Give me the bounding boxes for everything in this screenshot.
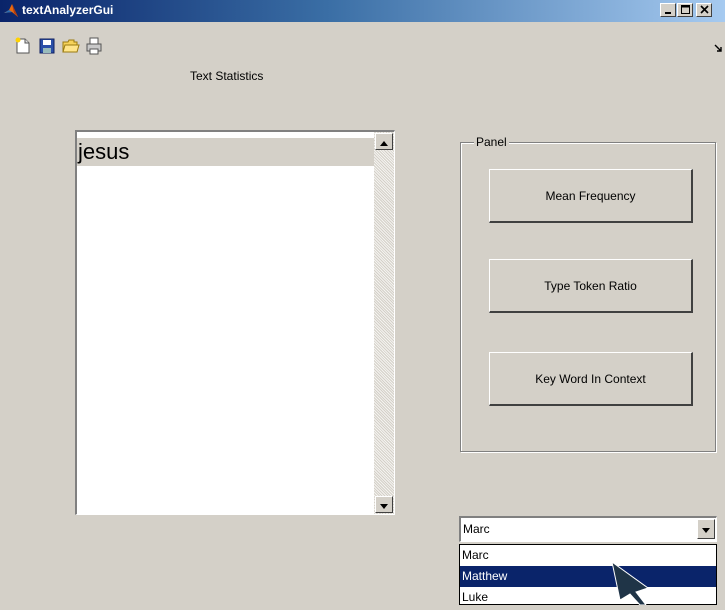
list-item[interactable]: jesus (77, 138, 375, 166)
page-title: Text Statistics (190, 69, 264, 83)
option-matthew[interactable]: Matthew (460, 566, 716, 587)
minimize-button[interactable] (660, 3, 676, 17)
maximize-icon (680, 1, 690, 19)
option-luke[interactable]: Luke (460, 587, 716, 604)
word-listbox[interactable]: jesus (75, 130, 395, 515)
scroll-up-button[interactable] (375, 133, 393, 150)
book-options-list: Marc Matthew Luke (459, 544, 717, 605)
maximize-button[interactable] (677, 3, 693, 17)
option-marc[interactable]: Marc (460, 545, 716, 566)
panel-title: Panel (474, 135, 509, 149)
matlab-logo-icon (3, 3, 19, 19)
open-folder-icon[interactable] (62, 37, 80, 55)
key-word-in-context-button[interactable]: Key Word In Context (489, 352, 693, 406)
window-title: textAnalyzerGui (22, 3, 114, 17)
book-select-value: Marc (463, 522, 490, 536)
save-icon[interactable] (38, 37, 56, 55)
button-panel: Panel Mean Frequency Type Token Ratio Ke… (460, 135, 716, 452)
close-button[interactable] (696, 3, 712, 17)
type-token-ratio-button[interactable]: Type Token Ratio (489, 259, 693, 313)
print-icon[interactable] (85, 37, 103, 55)
dock-arrow-icon[interactable] (714, 40, 723, 58)
dropdown-button[interactable] (697, 519, 715, 539)
mouse-cursor-icon (611, 560, 662, 610)
chevron-up-icon (380, 133, 388, 151)
title-bar: textAnalyzerGui (0, 0, 725, 22)
minimize-icon (664, 1, 672, 19)
chevron-down-icon (702, 520, 710, 538)
book-select[interactable]: Marc (459, 516, 717, 542)
mean-frequency-button[interactable]: Mean Frequency (489, 169, 693, 223)
close-icon (699, 1, 709, 19)
scroll-down-button[interactable] (375, 496, 393, 513)
listbox-scrollbar[interactable] (374, 132, 394, 514)
chevron-down-icon (380, 496, 388, 514)
new-file-icon[interactable] (14, 37, 32, 55)
toolbar (0, 22, 725, 48)
